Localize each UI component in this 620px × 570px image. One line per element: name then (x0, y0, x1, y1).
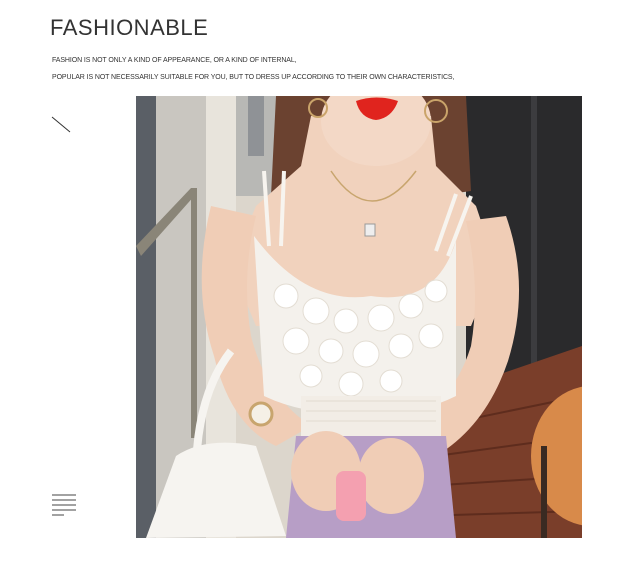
brand-title: FASHIONABLE (50, 15, 209, 40)
tagline-line-1: FASHION IS NOT ONLY A KIND OF APPEARANCE… (52, 57, 297, 64)
product-photo (136, 96, 582, 538)
tagline-line-2: POPULAR IS NOT NECESSARILY SUITABLE FOR … (52, 74, 455, 81)
diagonal-line-icon (51, 116, 71, 133)
menu-lines-icon (52, 494, 76, 516)
